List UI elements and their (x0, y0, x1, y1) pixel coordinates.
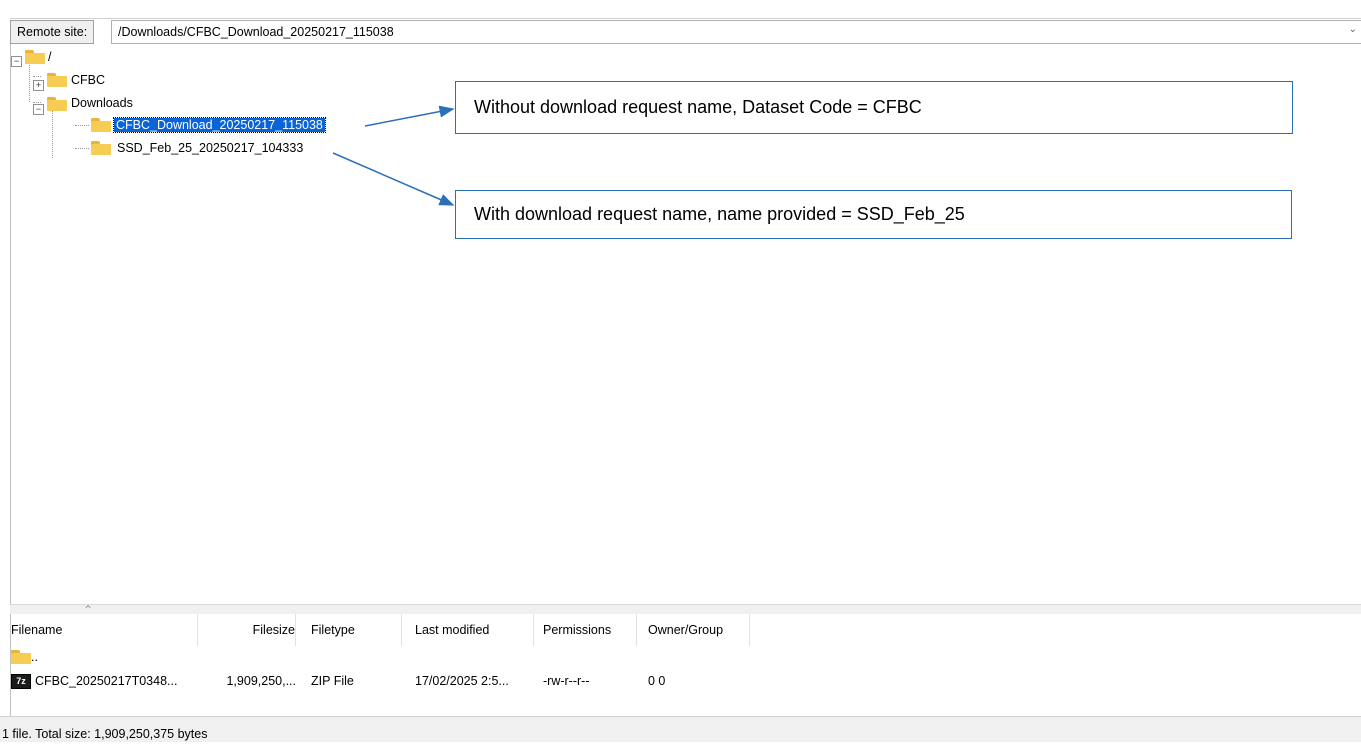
tree-connector (33, 102, 41, 103)
tree-connector (52, 110, 53, 158)
column-header-filesize[interactable]: Filesize (207, 614, 296, 646)
permissions-cell: -rw-r--r-- (543, 674, 590, 688)
callout-text: With download request name, name provide… (474, 204, 965, 224)
folder-icon (25, 50, 45, 64)
filename-cell: CFBC_20250217T0348... (35, 674, 178, 688)
tree-item-label: CFBC_Download_20250217_115038 (113, 117, 326, 133)
filesize-cell: 1,909,250,... (226, 674, 296, 688)
top-strip (0, 0, 1361, 16)
owner-group-cell: 0 0 (648, 674, 666, 688)
callout-box: With download request name, name provide… (455, 190, 1292, 239)
column-label: Filetype (311, 623, 355, 637)
list-item-parent[interactable]: .. (11, 646, 311, 668)
folder-icon (47, 97, 67, 111)
tree-connector (75, 148, 89, 149)
callout-box: Without download request name, Dataset C… (455, 81, 1293, 134)
tree-item-label: CFBC (71, 73, 106, 87)
column-label: Owner/Group (648, 623, 724, 637)
tree-connector (29, 62, 30, 102)
folder-icon (11, 649, 31, 664)
collapse-icon[interactable]: − (11, 56, 22, 67)
column-header-filetype[interactable]: Filetype (311, 614, 402, 646)
tree-connector (75, 125, 89, 126)
remote-path-input[interactable]: /Downloads/CFBC_Download_20250217_115038 (111, 20, 1361, 44)
column-header-filename[interactable]: Filename (11, 614, 198, 646)
collapse-icon[interactable]: − (33, 104, 44, 115)
tree-connector (33, 76, 41, 77)
tree-item-ssd-feb-25[interactable]: SSD_Feb_25_20250217_104333 (117, 139, 303, 157)
column-header-last-modified[interactable]: Last modified (415, 614, 534, 646)
column-label: Permissions (543, 623, 612, 637)
column-header-owner-group[interactable]: Owner/Group (648, 614, 750, 646)
column-label: Filename (11, 623, 63, 637)
tree-item-cfbc-download[interactable]: CFBC_Download_20250217_115038 (113, 116, 326, 134)
status-text: 1 file. Total size: 1,909,250,375 bytes (2, 727, 208, 741)
column-label: Filesize (252, 623, 295, 637)
last-modified-cell: 17/02/2025 2:5... (415, 674, 509, 688)
tree-item-downloads[interactable]: Downloads (71, 94, 133, 112)
filename-label: .. (31, 650, 38, 664)
tree-item-label: Downloads (71, 96, 133, 110)
tree-item-label: SSD_Feb_25_20250217_104333 (117, 141, 304, 155)
file-list[interactable]: Filename Filesize Filetype Last modified… (10, 614, 1361, 716)
status-bar: 1 file. Total size: 1,909,250,375 bytes (0, 716, 1361, 742)
table-row[interactable]: 7z CFBC_20250217T0348... (11, 670, 201, 692)
filetype-cell: ZIP File (311, 674, 354, 688)
column-label: Last modified (415, 623, 490, 637)
remote-site-label: Remote site: (10, 20, 95, 44)
zip-file-icon: 7z (11, 674, 31, 690)
folder-icon (47, 73, 67, 87)
tree-item-root[interactable]: / (48, 48, 51, 66)
remote-site-bar: Remote site: /Downloads/CFBC_Download_20… (10, 18, 1361, 44)
expand-icon[interactable]: + (33, 80, 44, 91)
callout-text: Without download request name, Dataset C… (474, 97, 922, 117)
tree-item-cfbc[interactable]: CFBC (71, 71, 105, 89)
tree-item-label: / (48, 50, 52, 64)
folder-icon (91, 118, 111, 132)
column-header-permissions[interactable]: Permissions (543, 614, 637, 646)
folder-icon (91, 141, 111, 155)
chevron-down-icon[interactable]: ⌄ (1349, 24, 1357, 35)
